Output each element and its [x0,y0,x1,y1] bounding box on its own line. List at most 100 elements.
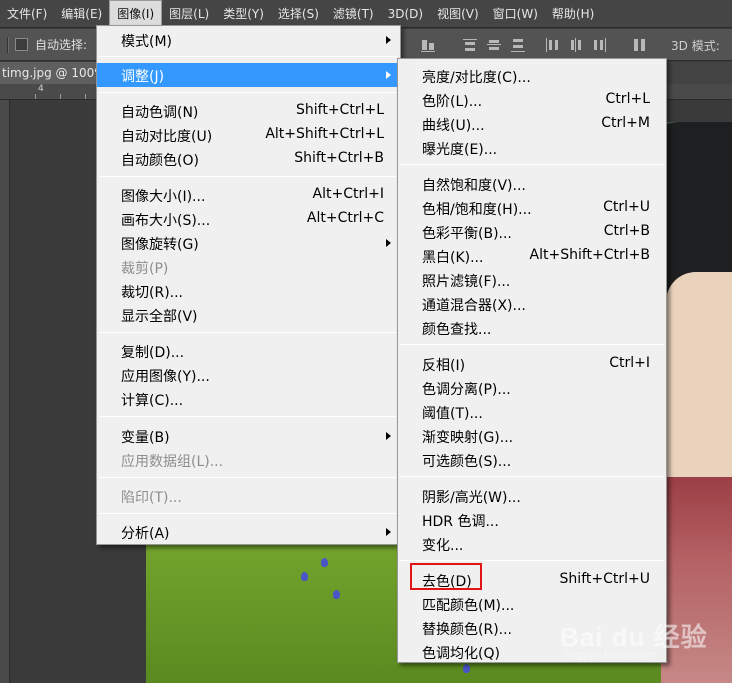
menu-item-label: 阈值(T)... [422,406,483,422]
menu-item-adjust[interactable]: 调整(J) [97,63,400,87]
menu-item-label: 复制(D)... [121,345,185,361]
menu-item-variables[interactable]: 变量(B) [97,424,400,448]
menu-item-label: 应用数据组(L)... [121,454,224,470]
menu-item-levels[interactable]: 色阶(L)... Ctrl+L [398,88,666,112]
baidu-watermark: Bai du 经验 jingyan.baidu.com [560,617,730,665]
auto-select-checkbox[interactable] [15,38,28,51]
menu-select[interactable]: 选择(S) [271,0,326,28]
menu-item-color-lookup[interactable]: 颜色查找... [398,316,666,340]
menu-item-brightness-contrast[interactable]: 亮度/对比度(C)... [398,64,666,88]
menu-item-label: 分析(A) [121,526,170,542]
menu-item-reveal-all[interactable]: 显示全部(V) [97,303,400,327]
menu-item-label: 色彩平衡(B)... [422,226,512,242]
menu-window[interactable]: 窗口(W) [486,0,545,28]
auto-align-icon[interactable] [632,37,648,53]
menu-item-label: 匹配颜色(M)... [422,598,515,614]
menu-item-canvas-size[interactable]: 画布大小(S)... Alt+Ctrl+C [97,207,400,231]
menu-item-label: 自动对比度(U) [121,129,213,145]
menu-item-shortcut: Ctrl+U [603,199,650,215]
menu-item-label: HDR 色调... [422,514,499,530]
menu-item-label: 图像旋转(G) [121,237,199,253]
menu-item-invert[interactable]: 反相(I) Ctrl+I [398,352,666,376]
distribute-top-icon[interactable] [462,37,478,53]
menu-separator [99,176,398,177]
menu-item-label: 画布大小(S)... [121,213,211,229]
align-bottom-icon[interactable] [420,37,436,53]
menu-item-shortcut: Shift+Ctrl+L [296,102,384,118]
submenu-arrow-icon [386,36,391,44]
menu-item-color-balance[interactable]: 色彩平衡(B)... Ctrl+B [398,220,666,244]
menu-item-auto-tone[interactable]: 自动色调(N) Shift+Ctrl+L [97,99,400,123]
menu-item-apply-image[interactable]: 应用图像(Y)... [97,363,400,387]
menu-image[interactable]: 图像(I) [109,0,163,28]
menu-item-variations[interactable]: 变化... [398,532,666,556]
menu-item-hue-saturation[interactable]: 色相/饱和度(H)... Ctrl+U [398,196,666,220]
watermark-url: jingyan.baidu.com [564,650,657,661]
menu-item-photo-filter[interactable]: 照片滤镜(F)... [398,268,666,292]
menu-item-apply-data-set: 应用数据组(L)... [97,448,400,472]
distribute-vcenter-icon[interactable] [486,37,502,53]
menu-item-label: 变化... [422,538,464,554]
menu-layer[interactable]: 图层(L) [162,0,216,28]
menu-item-duplicate[interactable]: 复制(D)... [97,339,400,363]
menu-item-shortcut: Ctrl+B [603,223,650,239]
menu-item-analysis[interactable]: 分析(A) [97,520,400,544]
menu-item-label: 变量(B) [121,430,170,446]
menu-item-shadows-highlights[interactable]: 阴影/高光(W)... [398,484,666,508]
menu-item-label: 计算(C)... [121,393,184,409]
menu-item-black-white[interactable]: 黑白(K)... Alt+Shift+Ctrl+B [398,244,666,268]
menu-item-match-color[interactable]: 匹配颜色(M)... [398,592,666,616]
menu-item-shortcut: Shift+Ctrl+U [559,571,650,587]
menu-item-label: 图像大小(I)... [121,189,206,205]
distribute-hcenter-icon[interactable] [568,37,584,53]
menu-file[interactable]: 文件(F) [0,0,54,28]
menu-item-posterize[interactable]: 色调分离(P)... [398,376,666,400]
menu-item-gradient-map[interactable]: 渐变映射(G)... [398,424,666,448]
menu-item-label: 色调均化(Q) [422,646,500,662]
menu-item-shortcut: Ctrl+M [601,115,650,131]
menu-separator [400,164,664,165]
submenu-arrow-icon [386,528,391,536]
highlight-annotation-box [410,563,482,590]
menu-item-image-rotation[interactable]: 图像旋转(G) [97,231,400,255]
menu-item-label: 显示全部(V) [121,309,198,325]
menu-item-auto-contrast[interactable]: 自动对比度(U) Alt+Shift+Ctrl+L [97,123,400,147]
menu-separator [400,476,664,477]
menu-view[interactable]: 视图(V) [430,0,486,28]
menu-3d[interactable]: 3D(D) [381,0,430,28]
menu-item-vibrance[interactable]: 自然饱和度(V)... [398,172,666,196]
distribute-bottom-icon[interactable] [510,37,526,53]
menu-item-calculations[interactable]: 计算(C)... [97,387,400,411]
menu-item-trim[interactable]: 裁切(R)... [97,279,400,303]
menu-item-mode[interactable]: 模式(M) [97,28,400,52]
menu-item-label: 色相/饱和度(H)... [422,202,532,218]
menu-item-channel-mixer[interactable]: 通道混合器(X)... [398,292,666,316]
watermark-brand: Bai du 经验 [560,622,708,652]
menu-item-curves[interactable]: 曲线(U)... Ctrl+M [398,112,666,136]
menu-filter[interactable]: 滤镜(T) [326,0,381,28]
menu-item-threshold[interactable]: 阈值(T)... [398,400,666,424]
menu-item-label: 色阶(L)... [422,94,483,110]
menu-item-shortcut: Alt+Shift+Ctrl+L [265,126,384,142]
menu-item-label: 反相(I) [422,358,466,374]
menu-help[interactable]: 帮助(H) [545,0,601,28]
ruler-tick [85,94,86,99]
distribute-left-icon[interactable] [544,37,560,53]
menu-item-hdr-toning[interactable]: HDR 色调... [398,508,666,532]
menu-item-exposure[interactable]: 曝光度(E)... [398,136,666,160]
menu-item-image-size[interactable]: 图像大小(I)... Alt+Ctrl+I [97,183,400,207]
menu-item-auto-color[interactable]: 自动颜色(O) Shift+Ctrl+B [97,147,400,171]
image-menu: 模式(M) 调整(J) 自动色调(N) Shift+Ctrl+L 自动对比度(U… [96,25,401,545]
menu-type[interactable]: 类型(Y) [216,0,271,28]
menu-separator [99,92,398,93]
document-tab[interactable]: timg.jpg @ 100% [0,62,110,84]
distribute-right-icon[interactable] [592,37,608,53]
menu-separator [99,477,398,478]
menu-item-label: 色调分离(P)... [422,382,511,398]
menu-item-label: 颜色查找... [422,322,492,338]
menu-item-selective-color[interactable]: 可选颜色(S)... [398,448,666,472]
menu-item-label: 自然饱和度(V)... [422,178,526,194]
menu-edit[interactable]: 编辑(E) [54,0,109,28]
ruler-tick [35,94,36,99]
menu-item-shortcut: Ctrl+L [605,91,650,107]
